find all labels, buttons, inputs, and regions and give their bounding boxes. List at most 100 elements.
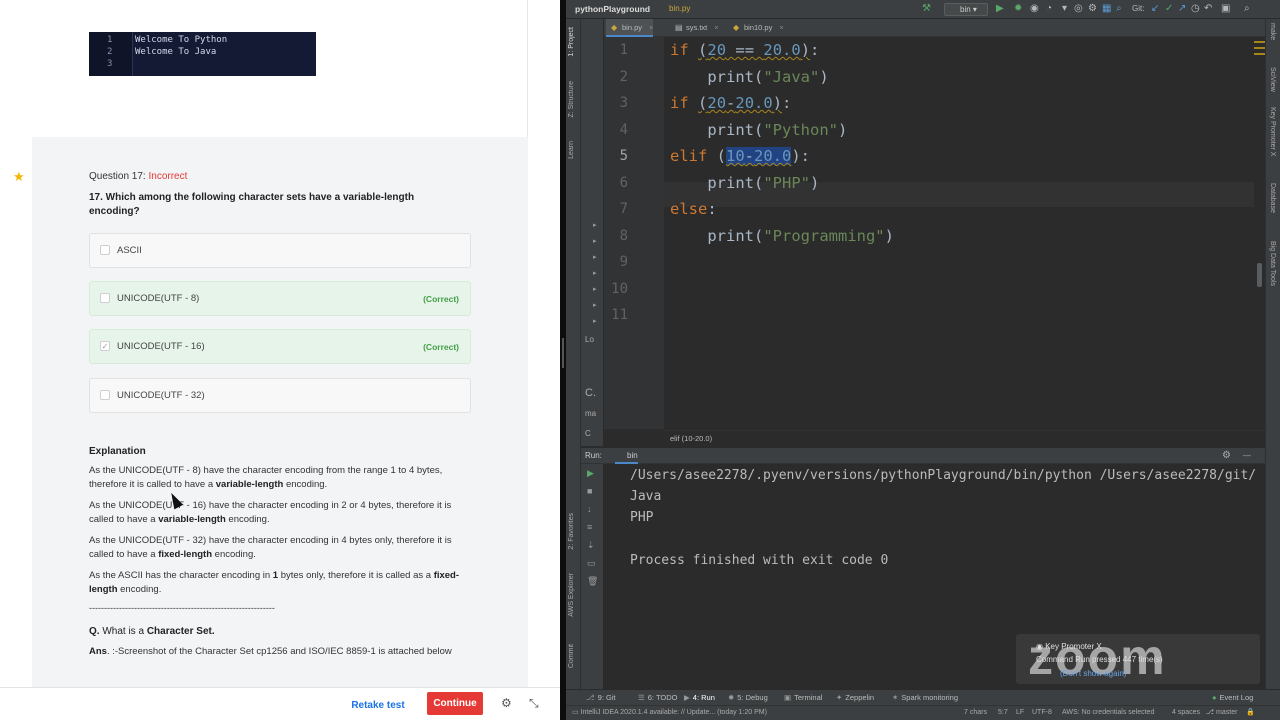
zoom-watermark: zoom ◉ Key Promoter X Command Run presse… — [1016, 629, 1260, 685]
checkbox[interactable] — [100, 245, 110, 255]
checkbox[interactable] — [100, 390, 110, 400]
tree-expand-icon[interactable]: ▸ — [593, 285, 597, 293]
rerun-icon[interactable]: ▶ — [587, 468, 594, 479]
code-editor[interactable]: if (20 == 20.0): print("Java") if (20-20… — [664, 37, 1254, 429]
close-icon[interactable]: × — [714, 23, 718, 32]
history-icon[interactable]: ◷ — [1191, 3, 1200, 14]
zeppelin-tab[interactable]: ✦ Zeppelin — [836, 690, 874, 705]
print-icon[interactable]: ▭ — [587, 558, 596, 569]
caret-position[interactable]: 5:7 — [998, 706, 1008, 720]
file-encoding[interactable]: UTF-8 — [1032, 706, 1052, 720]
wrap-icon[interactable]: ≡ — [587, 522, 592, 532]
aws-explorer-tool-tab[interactable]: AWS Explorer — [568, 573, 575, 617]
star-icon[interactable]: ★ — [13, 169, 25, 185]
git-tab[interactable]: ⎇ 9: Git — [586, 690, 616, 705]
tab-sys-txt[interactable]: ▤ sys.txt × — [670, 19, 719, 37]
continue-button[interactable]: Continue — [427, 692, 483, 715]
event-log-tab[interactable]: ● Event Log — [1212, 690, 1253, 705]
build-icon[interactable]: ⚙ — [1088, 3, 1097, 14]
debug-icon[interactable]: ✹ — [1014, 3, 1022, 14]
code-breadcrumb[interactable]: elif (10-20.0) — [664, 430, 1265, 446]
file-breadcrumb[interactable]: bin.py — [669, 4, 690, 13]
project-name[interactable]: pythonPlayground — [575, 4, 650, 14]
code-line: print("PHP") — [670, 174, 820, 192]
key-promoter-title: ◉ Key Promoter X — [1036, 642, 1102, 651]
gear-icon[interactable]: ⚙ — [501, 696, 512, 710]
aws-credentials[interactable]: AWS: No credentials selected — [1062, 706, 1154, 720]
todo-tab[interactable]: ☰ 6: TODO — [638, 690, 677, 705]
tree-expand-icon[interactable]: ▸ — [593, 317, 597, 325]
status-message[interactable]: ▭ IntelliJ IDEA 2020.1.4 available: // U… — [572, 706, 767, 720]
option-utf32[interactable]: UNICODE(UTF - 32) — [89, 378, 471, 413]
option-utf16[interactable]: ✓ UNICODE(UTF - 16) (Correct) — [89, 329, 471, 364]
code-line: print("Java") — [670, 68, 829, 86]
run-icon[interactable]: ▶ — [996, 3, 1004, 14]
sciview-tool-tab[interactable]: SciView — [1269, 67, 1276, 92]
git-push-icon[interactable]: ↗ — [1178, 3, 1186, 14]
option-utf8[interactable]: UNICODE(UTF - 8) (Correct) — [89, 281, 471, 316]
editor-scrollbar[interactable] — [1254, 37, 1265, 429]
key-promoter-tool-tab[interactable]: Key Promoter X — [1269, 107, 1276, 156]
console-line: PHP — [630, 510, 654, 525]
line-number: 1 — [619, 42, 628, 58]
run-tab[interactable]: ▶ 4: Run — [684, 690, 715, 705]
quiz-page: 1 Welcome To Python 2 Welcome To Java 3 ★ … — [0, 0, 560, 720]
git-branch[interactable]: ⎇ master — [1206, 706, 1237, 720]
layout-icon[interactable]: ▣ — [1221, 3, 1230, 14]
coverage-icon[interactable]: ◉ — [1030, 3, 1039, 14]
search-everywhere-icon[interactable]: ⌕ — [1244, 3, 1250, 14]
commit-tool-tab[interactable]: Commit — [568, 644, 575, 668]
minimize-icon[interactable]: — — [1243, 448, 1251, 464]
tab-bin-py[interactable]: ◆ bin.py × — [606, 19, 654, 37]
tree-expand-icon[interactable]: ▸ — [593, 237, 597, 245]
database-tool-tab[interactable]: Database — [1269, 183, 1276, 213]
dont-show-again-link[interactable]: (Don't show again) — [1060, 669, 1126, 678]
scrollbar-thumb[interactable] — [1257, 263, 1262, 287]
trash-icon[interactable]: 🗑 — [587, 576, 598, 587]
scroll-end-icon[interactable]: ⇣ — [587, 540, 595, 551]
structure-tool-tab[interactable]: Z: Structure — [568, 81, 575, 118]
retake-test-button[interactable]: Retake test — [343, 695, 413, 715]
structure-icon[interactable]: ▦ — [1102, 3, 1111, 14]
run-tab-bin[interactable]: bin — [615, 448, 638, 464]
hammer-icon[interactable]: ⚒ — [922, 3, 931, 14]
collapse-icon[interactable]: ⤡ — [529, 696, 539, 711]
undo-icon[interactable]: ↶ — [1204, 3, 1212, 14]
lock-icon[interactable]: 🔒 — [1246, 706, 1255, 720]
profile-icon[interactable]: ◔ — [1046, 3, 1052, 14]
run-config-select[interactable]: bin ▾ — [944, 3, 988, 16]
down-arrow-icon[interactable]: ↓ — [587, 504, 592, 514]
learn-tool-tab[interactable]: Learn — [568, 141, 575, 159]
checkbox-checked[interactable]: ✓ — [100, 341, 110, 351]
event-log-icon: ● — [1212, 693, 1217, 702]
make-tool-tab[interactable]: make — [1269, 23, 1276, 40]
quiz-footer: Retake test Continue ⚙ ⤡ — [0, 687, 560, 720]
attach-icon[interactable]: ▾ — [1062, 3, 1067, 14]
debug-tab[interactable]: ✹ 5: Debug — [728, 690, 768, 705]
tab-bin10-py[interactable]: ◆ bin10.py × — [728, 19, 784, 37]
close-icon[interactable]: × — [649, 23, 653, 32]
stop-icon[interactable]: ◎ — [1074, 3, 1083, 14]
tree-expand-icon[interactable]: ▸ — [593, 253, 597, 261]
checkbox[interactable] — [100, 293, 110, 303]
git-branch-icon: ⎇ — [586, 693, 595, 702]
line-separator[interactable]: LF — [1016, 706, 1024, 720]
stop-icon[interactable]: ■ — [587, 486, 592, 496]
project-tool-tab[interactable]: 1: Project — [568, 27, 575, 57]
gear-icon[interactable]: ⚙ — [1222, 448, 1231, 464]
git-update-icon[interactable]: ↙ — [1151, 3, 1159, 14]
tree-expand-icon[interactable]: ▸ — [593, 301, 597, 309]
close-icon[interactable]: × — [779, 23, 783, 32]
favorites-tool-tab[interactable]: 2: Favorites — [568, 513, 575, 550]
indent-setting[interactable]: 4 spaces — [1172, 706, 1200, 720]
git-commit-icon[interactable]: ✓ — [1165, 3, 1173, 14]
search-icon[interactable]: ⌕ — [1116, 3, 1122, 14]
option-ascii[interactable]: ASCII — [89, 233, 471, 268]
code-line: if (20-20.0): — [670, 94, 792, 112]
big-data-tools-tab[interactable]: Big Data Tools — [1269, 241, 1276, 286]
code-line: 2 Welcome To Java — [107, 47, 217, 57]
spark-monitoring-tab[interactable]: ✶ Spark monitoring — [892, 690, 958, 705]
terminal-tab[interactable]: ▣ Terminal — [784, 690, 822, 705]
tree-expand-icon[interactable]: ▸ — [593, 221, 597, 229]
tree-expand-icon[interactable]: ▸ — [593, 269, 597, 277]
